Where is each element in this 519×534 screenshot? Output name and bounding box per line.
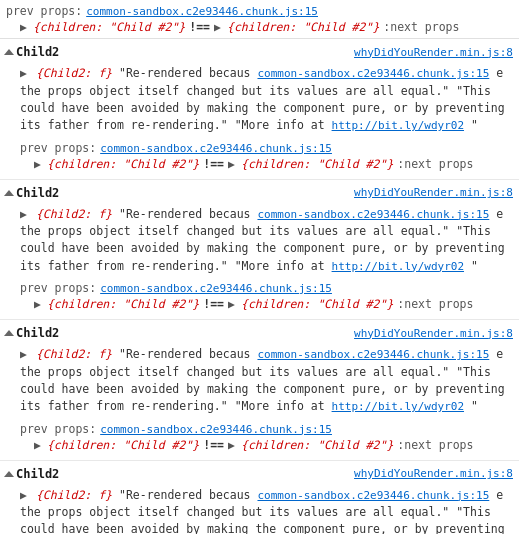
prev-props-link-2[interactable]: common-sandbox.c2e93446.chunk.js:15 xyxy=(100,423,332,436)
entry-body-3: ▶ {Child2: f} "Re-rendered becaus common… xyxy=(0,483,519,535)
reason-arrow-1: ▶ xyxy=(20,207,27,221)
prev-props-label-top: prev props: xyxy=(6,4,82,18)
prev-props-label-1: prev props: xyxy=(20,281,96,295)
reason-block-3: ▶ {Child2: f} "Re-rendered becaus common… xyxy=(20,485,505,535)
entry-0: Child2 whyDidYouRender.min.js:8 ▶ {Child… xyxy=(0,39,519,180)
prev-props-link-top[interactable]: common-sandbox.c2e93446.chunk.js:15 xyxy=(86,5,318,18)
comp-arrow-prev-0: ▶ xyxy=(34,157,41,171)
component-name-1: Child2 xyxy=(16,186,59,200)
comp-prev-2: {children: "Child #2"} xyxy=(47,438,199,452)
reason-intro-0: "Re-rendered becaus xyxy=(119,66,251,80)
entry-header-left-2: Child2 xyxy=(6,326,59,340)
expand-icon-0 xyxy=(4,49,14,55)
entry-header-left-0: Child2 xyxy=(6,45,59,59)
comp-arrow-next-1: ▶ xyxy=(228,297,235,311)
source-link-0[interactable]: whyDidYouRender.min.js:8 xyxy=(354,46,513,59)
component-name-2: Child2 xyxy=(16,326,59,340)
entry-3: Child2 whyDidYouRender.min.js:8 ▶ {Child… xyxy=(0,461,519,535)
props-comparison-0: ▶ {children: "Child #2"} !== ▶ {children… xyxy=(20,157,505,171)
component-name-0: Child2 xyxy=(16,45,59,59)
reason-arrow-3: ▶ xyxy=(20,488,27,502)
entry-header-1[interactable]: Child2 whyDidYouRender.min.js:8 xyxy=(0,184,519,202)
entry-header-0[interactable]: Child2 whyDidYouRender.min.js:8 xyxy=(0,43,519,61)
comp-arrow-prev-1: ▶ xyxy=(34,297,41,311)
prev-props-row-2: prev props: common-sandbox.c2e93446.chun… xyxy=(20,422,505,436)
prev-props-link-0[interactable]: common-sandbox.c2e93446.chunk.js:15 xyxy=(100,142,332,155)
entry-header-left-1: Child2 xyxy=(6,186,59,200)
reason-block-1: ▶ {Child2: f} "Re-rendered becaus common… xyxy=(20,204,505,278)
reason-intro-1: "Re-rendered becaus xyxy=(119,207,251,221)
reason-link-0[interactable]: common-sandbox.c2e93446.chunk.js:15 xyxy=(257,67,489,80)
source-link-3[interactable]: whyDidYouRender.min.js:8 xyxy=(354,467,513,480)
prev-props-label-0: prev props: xyxy=(20,141,96,155)
prev-props-row-0: prev props: common-sandbox.c2e93446.chun… xyxy=(20,141,505,155)
neq-sign-2: !== xyxy=(203,438,224,452)
prev-props-row-1: prev props: common-sandbox.c2e93446.chun… xyxy=(20,281,505,295)
reason-end-2: " xyxy=(471,399,478,413)
reason-code-2: {Child2: f} xyxy=(36,347,112,361)
neq-sign-top: !== xyxy=(189,20,210,34)
reason-intro-3: "Re-rendered becaus xyxy=(119,488,251,502)
entry-1: Child2 whyDidYouRender.min.js:8 ▶ {Child… xyxy=(0,180,519,321)
props-comparison-2: ▶ {children: "Child #2"} !== ▶ {children… xyxy=(20,438,505,452)
neq-sign-1: !== xyxy=(203,297,224,311)
entry-header-left-3: Child2 xyxy=(6,467,59,481)
next-label-0: :next props xyxy=(397,157,473,171)
comp-next-1: {children: "Child #2"} xyxy=(241,297,393,311)
reason-more-link-1[interactable]: http://bit.ly/wdyr02 xyxy=(332,260,464,273)
props-comparison-1: ▶ {children: "Child #2"} !== ▶ {children… xyxy=(20,297,505,311)
neq-sign-0: !== xyxy=(203,157,224,171)
comp-prev-1: {children: "Child #2"} xyxy=(47,297,199,311)
entry-body-1: ▶ {Child2: f} "Re-rendered becaus common… xyxy=(0,202,519,316)
arrow-icon-next-top: ▶ xyxy=(214,20,221,34)
comp-arrow-next-2: ▶ xyxy=(228,438,235,452)
reason-code-3: {Child2: f} xyxy=(36,488,112,502)
next-label-2: :next props xyxy=(397,438,473,452)
reason-end-1: " xyxy=(471,259,478,273)
comp-arrow-prev-2: ▶ xyxy=(34,438,41,452)
prev-value-top: {children: "Child #2"} xyxy=(33,20,185,34)
comp-next-0: {children: "Child #2"} xyxy=(241,157,393,171)
entry-2: Child2 whyDidYouRender.min.js:8 ▶ {Child… xyxy=(0,320,519,461)
reason-link-3[interactable]: common-sandbox.c2e93446.chunk.js:15 xyxy=(257,489,489,502)
reason-code-0: {Child2: f} xyxy=(36,66,112,80)
reason-link-1[interactable]: common-sandbox.c2e93446.chunk.js:15 xyxy=(257,208,489,221)
reason-end-0: " xyxy=(471,118,478,132)
reason-more-link-2[interactable]: http://bit.ly/wdyr02 xyxy=(332,400,464,413)
arrow-icon-top: ▶ xyxy=(20,20,27,34)
reason-more-link-0[interactable]: http://bit.ly/wdyr02 xyxy=(332,119,464,132)
source-link-1[interactable]: whyDidYouRender.min.js:8 xyxy=(354,186,513,199)
entries-container: Child2 whyDidYouRender.min.js:8 ▶ {Child… xyxy=(0,39,519,534)
expand-icon-2 xyxy=(4,330,14,336)
next-value-top: {children: "Child #2"} xyxy=(227,20,379,34)
prev-props-link-1[interactable]: common-sandbox.c2e93446.chunk.js:15 xyxy=(100,282,332,295)
entry-body-0: ▶ {Child2: f} "Re-rendered becaus common… xyxy=(0,61,519,175)
reason-code-1: {Child2: f} xyxy=(36,207,112,221)
reason-block-0: ▶ {Child2: f} "Re-rendered becaus common… xyxy=(20,63,505,137)
entry-header-2[interactable]: Child2 whyDidYouRender.min.js:8 xyxy=(0,324,519,342)
reason-arrow-2: ▶ xyxy=(20,347,27,361)
comp-arrow-next-0: ▶ xyxy=(228,157,235,171)
prev-props-label-2: prev props: xyxy=(20,422,96,436)
entry-body-2: ▶ {Child2: f} "Re-rendered becaus common… xyxy=(0,342,519,456)
comp-next-2: {children: "Child #2"} xyxy=(241,438,393,452)
next-label-top: :next props xyxy=(383,20,459,34)
reason-link-2[interactable]: common-sandbox.c2e93446.chunk.js:15 xyxy=(257,348,489,361)
reason-intro-2: "Re-rendered becaus xyxy=(119,347,251,361)
entry-header-3[interactable]: Child2 whyDidYouRender.min.js:8 xyxy=(0,465,519,483)
expand-icon-3 xyxy=(4,471,14,477)
component-name-3: Child2 xyxy=(16,467,59,481)
source-link-2[interactable]: whyDidYouRender.min.js:8 xyxy=(354,327,513,340)
comp-prev-0: {children: "Child #2"} xyxy=(47,157,199,171)
reason-arrow-0: ▶ xyxy=(20,66,27,80)
next-label-1: :next props xyxy=(397,297,473,311)
top-partial-row: prev props: common-sandbox.c2e93446.chun… xyxy=(0,0,519,39)
expand-icon-1 xyxy=(4,190,14,196)
reason-block-2: ▶ {Child2: f} "Re-rendered becaus common… xyxy=(20,344,505,418)
